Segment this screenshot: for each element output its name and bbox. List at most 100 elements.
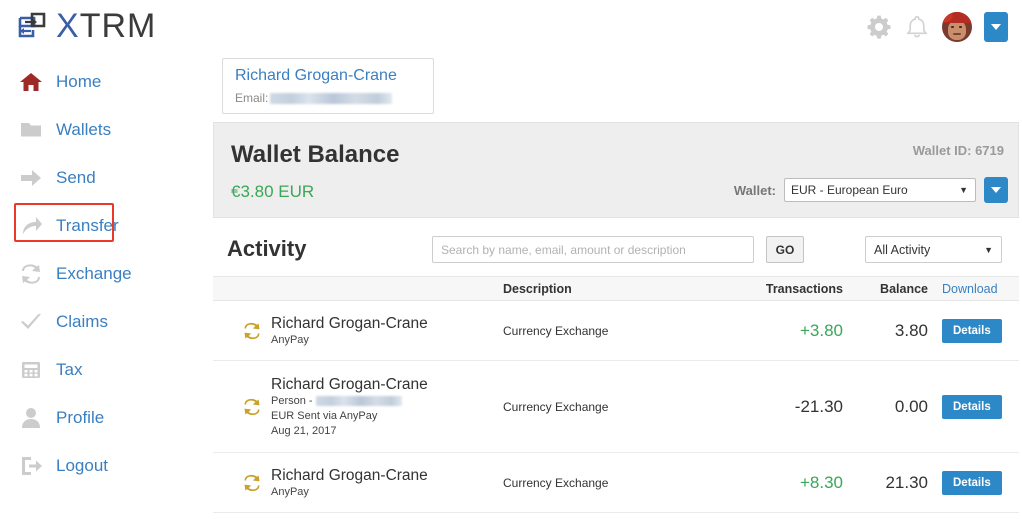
sidebar-item-wallets[interactable]: Wallets [0, 106, 210, 154]
row-party-text: Richard Grogan-Crane AnyPay [271, 314, 428, 348]
row-party-text: Richard Grogan-Crane Person - EUR Sent v… [271, 375, 428, 439]
row-balance: 0.00 [894, 396, 928, 416]
row-subtitle: AnyPay [271, 333, 309, 346]
row-name: Richard Grogan-Crane [271, 314, 428, 332]
wallet-select-value: EUR - European Euro [791, 183, 908, 197]
wallet-balance-panel: Wallet Balance €3.80 EUR Wallet ID: 6719… [213, 122, 1019, 218]
row-party-text: Richard Grogan-Crane AnyPay [271, 466, 428, 500]
details-button[interactable]: Details [942, 318, 1002, 343]
wallet-balance-title: Wallet Balance [231, 141, 400, 168]
row-person-redacted [315, 396, 402, 406]
activity-title: Activity [227, 236, 307, 261]
user-email-label: Email: [235, 91, 269, 105]
sidebar-item-home[interactable]: Home [0, 58, 210, 106]
sidebar-item-tax[interactable]: Tax [0, 346, 210, 394]
wallet-id-label: Wallet ID: 6719 [912, 143, 1004, 158]
row-description: Currency Exchange [503, 399, 609, 414]
sidebar-item-label: Tax [56, 360, 83, 379]
user-email-redacted [270, 92, 393, 104]
row-action-cell: Details [928, 470, 1019, 495]
sidebar-item-exchange[interactable]: Exchange [0, 250, 210, 298]
row-action-cell: Details [928, 394, 1019, 419]
search-input[interactable] [432, 236, 754, 263]
app-title: XTRM [56, 9, 156, 43]
details-button[interactable]: Details [942, 470, 1002, 495]
sidebar: XTRM Home Wallets Send Transfer Exchange… [0, 0, 210, 519]
sidebar-item-profile[interactable]: Profile [0, 394, 210, 442]
chevron-down-icon [991, 187, 1001, 193]
chevron-down-icon: ▼ [984, 244, 993, 255]
sidebar-nav: Home Wallets Send Transfer Exchange Clai… [0, 58, 210, 490]
row-description: Currency Exchange [503, 475, 609, 490]
row-date: Aug 21, 2017 [271, 424, 337, 437]
row-transaction-amount: -21.30 [794, 396, 843, 416]
person-icon [18, 405, 44, 431]
column-header-transactions: Transactions [765, 281, 843, 296]
sidebar-item-logout[interactable]: Logout [0, 442, 210, 490]
row-person-line: Person - [271, 394, 428, 409]
sidebar-item-label: Exchange [56, 264, 132, 283]
row-balance: 3.80 [894, 320, 928, 340]
user-info-card: Richard Grogan-Crane Email: [222, 58, 434, 114]
row-subtitle: AnyPay [271, 485, 309, 498]
row-person-label: Person - [271, 394, 313, 407]
wallet-balance-amount: €3.80 EUR [231, 182, 315, 201]
app-logo: XTRM [16, 4, 156, 48]
user-name: Richard Grogan-Crane [235, 67, 397, 84]
exchange-arrows-icon [241, 473, 263, 493]
column-header-balance: Balance [880, 281, 928, 296]
sidebar-item-label: Profile [56, 408, 105, 427]
sidebar-item-claims[interactable]: Claims [0, 298, 210, 346]
row-transaction-amount: +3.80 [799, 320, 843, 340]
wallet-select-label: Wallet: [733, 182, 776, 198]
arrow-up-right-icon [18, 213, 44, 239]
row-party-cell: Richard Grogan-Crane AnyPay [213, 466, 503, 500]
exchange-arrows-icon [241, 321, 263, 341]
sidebar-item-label: Transfer [56, 216, 119, 235]
download-link[interactable]: Download [928, 282, 1019, 296]
exchange-logo-icon [16, 9, 50, 43]
sidebar-item-transfer[interactable]: Transfer [0, 202, 210, 250]
logo-letter-x: X [56, 7, 80, 45]
activity-filter-value: All Activity [874, 242, 931, 257]
check-icon [18, 309, 44, 335]
activity-filter-select[interactable]: All Activity ▼ [865, 236, 1002, 263]
row-transaction-amount: +8.30 [799, 472, 843, 492]
wallet-select[interactable]: EUR - European Euro ▼ [784, 178, 976, 202]
arrow-right-icon [18, 165, 44, 191]
sidebar-item-label: Logout [56, 456, 108, 475]
table-row: Richard Grogan-Crane AnyPay Currency Exc… [213, 453, 1019, 513]
row-subtitle: EUR Sent via AnyPay [271, 409, 378, 422]
wallet-menu-button[interactable] [984, 177, 1008, 203]
sidebar-item-send[interactable]: Send [0, 154, 210, 202]
row-balance: 21.30 [885, 472, 928, 492]
sidebar-item-label: Claims [56, 312, 108, 331]
exchange-arrows-icon [18, 261, 44, 287]
wallet-selector-row: Wallet: EUR - European Euro ▼ [734, 177, 1008, 203]
calculator-icon [18, 357, 44, 383]
table-row: Richard Grogan-Crane Person - EUR Sent v… [213, 361, 1019, 453]
logo-letters-trm: TRM [79, 7, 157, 45]
activity-table: Description Transactions Balance Downloa… [213, 276, 1019, 513]
details-button[interactable]: Details [942, 394, 1002, 419]
exchange-arrows-icon [241, 397, 263, 417]
sidebar-item-label: Home [56, 72, 102, 91]
sidebar-item-label: Wallets [56, 120, 112, 139]
row-action-cell: Details [928, 318, 1019, 343]
folder-icon [18, 117, 44, 143]
user-email-row: Email: [235, 91, 421, 105]
main-content: Richard Grogan-Crane Email: Wallet Balan… [210, 0, 1022, 519]
row-name: Richard Grogan-Crane [271, 466, 428, 484]
go-button[interactable]: GO [766, 236, 804, 263]
logout-icon [18, 453, 44, 479]
chevron-down-icon: ▼ [959, 185, 968, 195]
row-name: Richard Grogan-Crane [271, 375, 428, 393]
row-party-cell: Richard Grogan-Crane Person - EUR Sent v… [213, 375, 503, 439]
table-row: Richard Grogan-Crane AnyPay Currency Exc… [213, 301, 1019, 361]
sidebar-item-label: Send [56, 168, 96, 187]
home-icon [18, 69, 44, 95]
row-description: Currency Exchange [503, 323, 609, 338]
table-header-row: Description Transactions Balance Downloa… [213, 276, 1019, 301]
column-header-description: Description [503, 281, 572, 296]
row-party-cell: Richard Grogan-Crane AnyPay [213, 314, 503, 348]
